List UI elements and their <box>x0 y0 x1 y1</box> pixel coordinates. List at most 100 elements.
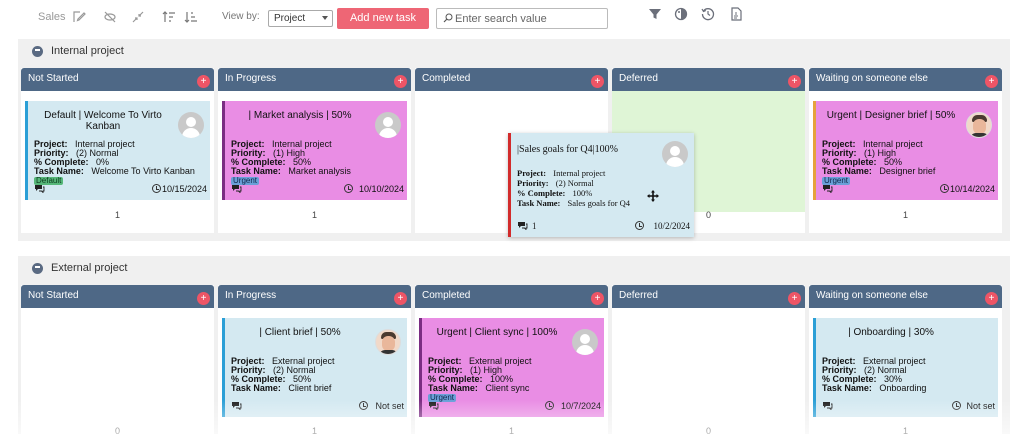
add-task-button[interactable]: + <box>591 75 604 88</box>
due-date: Not set <box>966 401 995 411</box>
swimlane-header[interactable]: Internal project <box>18 39 1010 65</box>
card-fields: Project: External project Priority: (2) … <box>822 356 927 393</box>
comment-icon[interactable] <box>822 401 833 410</box>
card-fields: Project: Internal project Priority: (2) … <box>34 139 195 185</box>
avatar <box>375 329 401 355</box>
column-title: In Progress <box>225 290 277 301</box>
add-task-button[interactable]: + <box>197 75 210 88</box>
card-title: |Sales goals for Q4|100% <box>517 144 618 155</box>
card-title: Urgent | Client sync | 100% <box>436 327 558 338</box>
card-title: | Client brief | 50% <box>259 327 341 338</box>
swimlane-header[interactable]: External project <box>18 256 1010 282</box>
history-icon[interactable] <box>701 7 717 23</box>
pdf-icon[interactable] <box>729 7 745 23</box>
toolbar: Sales View by: Project Add new task <box>0 0 1024 36</box>
edit-icon[interactable] <box>70 8 88 26</box>
card-footer: Not set <box>231 401 404 412</box>
column-header: Deferred + <box>612 285 805 308</box>
column-count: 1 <box>114 210 120 220</box>
add-task-button[interactable]: + <box>788 75 801 88</box>
add-task-button[interactable]: + <box>985 75 998 88</box>
card-fields: Project: Internal project Priority: (1) … <box>822 139 936 185</box>
sort-asc-icon[interactable] <box>160 8 178 26</box>
column-title: Deferred <box>619 73 658 84</box>
add-task-button[interactable]: + <box>394 292 407 305</box>
clock-icon <box>545 401 554 410</box>
due-date: 10/7/2024 <box>560 401 601 411</box>
clock-icon <box>152 184 161 193</box>
card-footer: 10/7/2024 <box>428 401 601 412</box>
column-deferred: Deferred + 0 <box>612 285 805 434</box>
card-title: | Onboarding | 30% <box>848 327 934 338</box>
add-task-button[interactable]: + <box>197 292 210 305</box>
card-footer: 10/10/2024 <box>231 184 404 195</box>
due-date: 10/2/2024 <box>653 221 690 231</box>
clock-icon <box>952 401 961 410</box>
task-card[interactable]: | Market analysis | 50% Project: Interna… <box>222 101 407 200</box>
comment-icon[interactable] <box>231 184 242 193</box>
column-title: Completed <box>422 73 471 84</box>
swimlane-external-project: External project Not Started + 0 In Prog… <box>18 256 1010 434</box>
dragging-task-card[interactable]: |Sales goals for Q4|100% Project: Intern… <box>508 133 694 237</box>
task-card[interactable]: Urgent | Designer brief | 50% Project: I… <box>813 101 998 200</box>
add-new-task-button[interactable]: Add new task <box>337 8 429 29</box>
view-by-value: Project <box>274 13 306 24</box>
column-header: Not Started + <box>21 285 214 308</box>
card-fields: Project: External project Priority: (1) … <box>428 356 532 402</box>
card-footer: 10/15/2024 <box>34 184 207 195</box>
sort-desc-icon[interactable] <box>182 8 200 26</box>
comment-count: 1 <box>532 221 537 231</box>
collapse-icon[interactable] <box>101 8 119 26</box>
clock-icon <box>635 221 644 230</box>
palette-icon[interactable] <box>674 7 690 23</box>
column-not-started: Not Started + 0 <box>21 285 214 434</box>
task-card[interactable]: | Client brief | 50% Project: External p… <box>222 318 407 417</box>
comment-icon[interactable] <box>517 221 528 230</box>
comment-icon[interactable] <box>428 401 439 410</box>
column-header: Not Started + <box>21 68 214 91</box>
column-count: 1 <box>311 426 317 434</box>
task-card[interactable]: | Onboarding | 30% Project: External pro… <box>813 318 998 417</box>
card-footer: Not set <box>822 401 995 412</box>
search-icon <box>443 13 453 23</box>
add-task-button[interactable]: + <box>985 292 998 305</box>
column-count: 1 <box>902 210 908 220</box>
card-fields: Project: Internal project Priority: (2) … <box>517 168 631 208</box>
comment-icon[interactable] <box>822 184 833 193</box>
search-box[interactable] <box>436 8 608 29</box>
board-title: Sales <box>38 11 66 23</box>
swimlane-title: External project <box>51 262 128 274</box>
column-header: In Progress + <box>218 285 411 308</box>
home-icon <box>32 46 43 57</box>
avatar <box>375 112 401 138</box>
column-title: Not Started <box>28 73 79 84</box>
view-by-label: View by: <box>222 11 260 22</box>
column-header: Completed + <box>415 68 608 91</box>
shrink-icon[interactable] <box>129 8 147 26</box>
add-task-button[interactable]: + <box>394 75 407 88</box>
task-card[interactable]: Urgent | Client sync | 100% Project: Ext… <box>419 318 604 417</box>
avatar <box>662 141 688 167</box>
home-icon <box>32 263 43 274</box>
add-task-button[interactable]: + <box>788 292 801 305</box>
add-task-button[interactable]: + <box>591 292 604 305</box>
column-count: 0 <box>114 426 120 434</box>
avatar <box>178 112 204 138</box>
clock-icon <box>940 184 949 193</box>
move-cursor-icon <box>647 190 659 202</box>
filter-icon[interactable] <box>648 7 664 23</box>
column-waiting-on-someone-else: Waiting on someone else + Urgent | Desig… <box>809 68 1002 233</box>
card-title: | Market analysis | 50% <box>248 110 352 121</box>
column-count: 1 <box>508 426 514 434</box>
column-title: Waiting on someone else <box>816 290 928 301</box>
task-card[interactable]: Default | Welcome To Virto Kanban Projec… <box>25 101 210 200</box>
chevron-down-icon <box>322 16 328 20</box>
column-in-progress: In Progress + | Client brief | 50% Proje… <box>218 285 411 434</box>
comment-icon[interactable] <box>34 184 45 193</box>
search-input[interactable] <box>455 11 605 26</box>
column-title: Waiting on someone else <box>816 73 928 84</box>
view-by-select[interactable]: Project <box>268 10 333 27</box>
column-header: In Progress + <box>218 68 411 91</box>
comment-icon[interactable] <box>231 401 242 410</box>
column-header: Deferred + <box>612 68 805 91</box>
